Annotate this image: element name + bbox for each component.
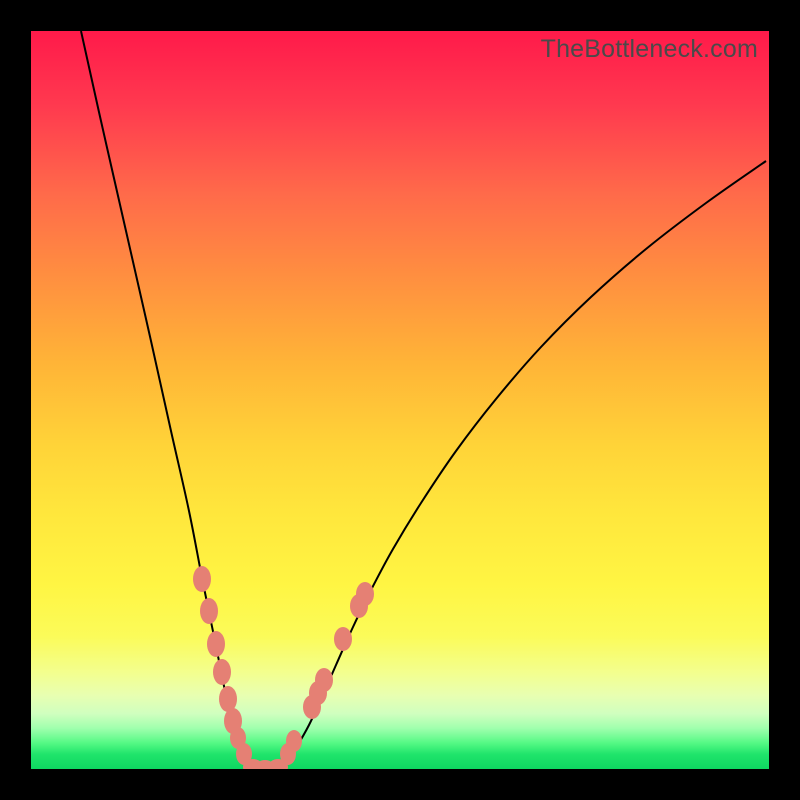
outer-frame: TheBottleneck.com: [0, 0, 800, 800]
bead-right: [315, 668, 333, 692]
chart-svg: [31, 31, 769, 769]
bead-left: [219, 686, 237, 712]
watermark-text: TheBottleneck.com: [541, 35, 758, 64]
bead-right: [356, 582, 374, 606]
bead-right: [286, 730, 302, 752]
bead-left: [213, 659, 231, 685]
bead-right: [334, 627, 352, 651]
bead-left: [200, 598, 218, 624]
right-curve: [265, 161, 766, 769]
bead-left: [207, 631, 225, 657]
left-curve: [81, 31, 265, 769]
bead-left: [193, 566, 211, 592]
curve-beads: [193, 566, 374, 769]
plot-area: TheBottleneck.com: [31, 31, 769, 769]
